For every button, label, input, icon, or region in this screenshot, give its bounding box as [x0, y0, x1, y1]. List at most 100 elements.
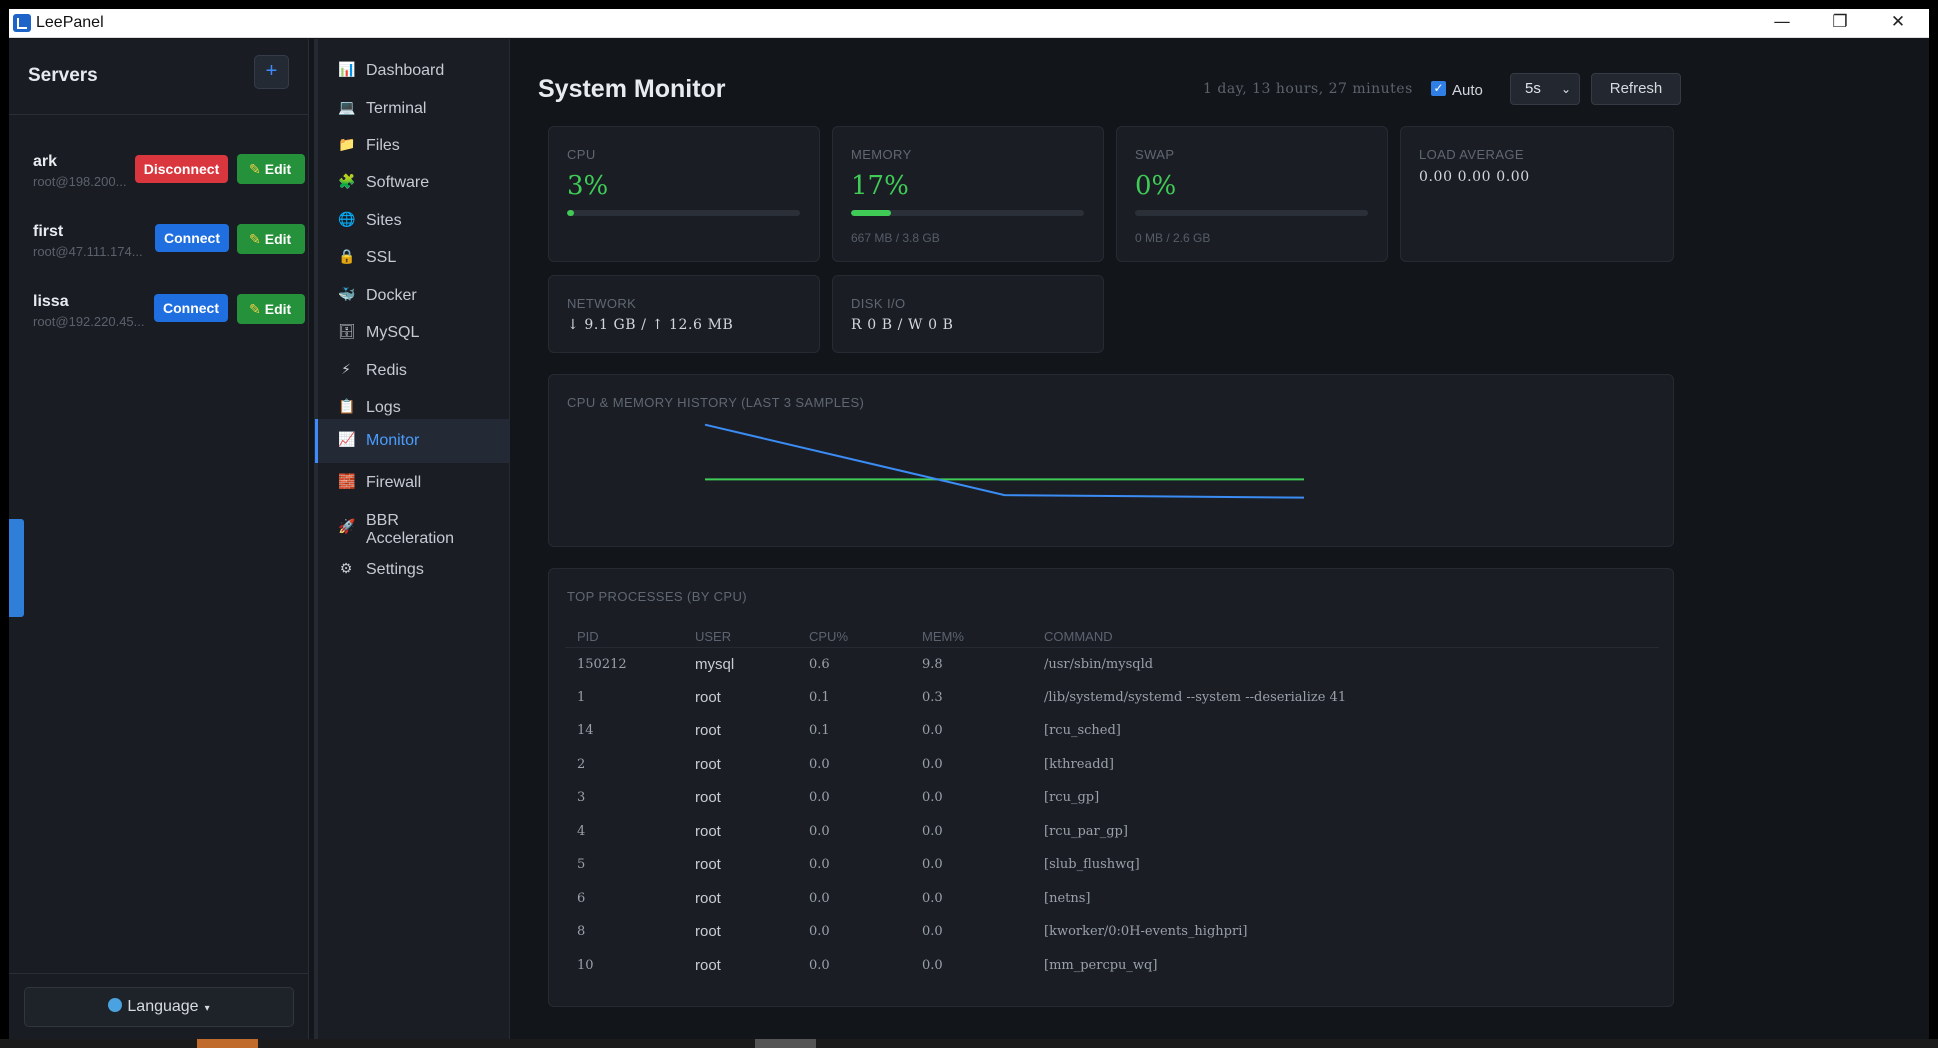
nav-label: Dashboard — [366, 62, 445, 79]
disk-io-label: DISK I/O — [851, 296, 906, 311]
rocket-icon: 🚀 — [338, 519, 356, 535]
command-cell: [rcu_gp] — [1044, 790, 1100, 806]
cpu-cell: 0.1 — [809, 689, 830, 705]
mem-cell: 0.0 — [922, 756, 943, 772]
app-window: LeePanel — ❐ ✕ Servers + ark root@198.20… — [9, 9, 1929, 1048]
pencil-icon: ✎ — [249, 302, 261, 318]
swap-label: SWAP — [1135, 147, 1175, 162]
disconnect-button[interactable]: Disconnect — [135, 155, 228, 183]
refresh-button[interactable]: Refresh — [1591, 73, 1681, 105]
table-row[interactable]: 4 root 0.0 0.0 [rcu_par_gp] — [565, 815, 1659, 849]
pid-cell: 10 — [577, 957, 594, 973]
restore-icon[interactable]: ❐ — [1811, 9, 1869, 38]
add-server-button[interactable]: + — [254, 55, 289, 89]
table-row[interactable]: 6 root 0.0 0.0 [netns] — [565, 882, 1659, 916]
table-row[interactable]: 3 root 0.0 0.0 [rcu_gp] — [565, 781, 1659, 815]
pid-cell: 3 — [577, 790, 586, 806]
language-button[interactable]: Language ▾ — [24, 987, 294, 1027]
cpu-card: CPU 3% — [548, 126, 820, 262]
pid-cell: 4 — [577, 823, 586, 839]
nav-label: Sites — [366, 212, 402, 229]
table-row[interactable]: 14 root 0.1 0.0 [rcu_sched] — [565, 714, 1659, 748]
disk-io-value: R 0 B / W 0 B — [851, 317, 954, 333]
server-address: root@192.220.45... — [33, 314, 145, 329]
edit-server-button[interactable]: ✎ Edit — [237, 294, 305, 324]
whale-icon: 🐳 — [338, 287, 356, 303]
table-header-row: PID USER CPU% MEM% COMMAND — [565, 627, 1659, 648]
server-address: root@47.111.174... — [33, 244, 143, 259]
swap-card: SWAP 0% 0 MB / 2.6 GB — [1116, 126, 1388, 262]
lightning-icon: ⚡ — [341, 362, 351, 378]
close-icon[interactable]: ✕ — [1869, 9, 1927, 38]
table-row[interactable]: 5 root 0.0 0.0 [slub_flushwq] — [565, 848, 1659, 882]
edit-server-button[interactable]: ✎ Edit — [237, 154, 305, 184]
folder-icon: 📁 — [338, 137, 356, 153]
table-row[interactable]: 10 root 0.0 0.0 [mm_percpu_wq] — [565, 949, 1659, 983]
swap-detail: 0 MB / 2.6 GB — [1135, 231, 1211, 245]
command-cell: [rcu_par_gp] — [1044, 823, 1128, 839]
user-cell: mysql — [695, 655, 735, 673]
puzzle-icon: 🧩 — [338, 174, 356, 190]
column-header: COMMAND — [1032, 627, 1659, 648]
connect-button[interactable]: Connect — [155, 224, 229, 252]
nav-label: Settings — [366, 561, 424, 578]
globe-icon — [108, 998, 123, 1012]
nav-label: Monitor — [366, 432, 420, 449]
interval-select[interactable]: 5s ⌄ — [1510, 73, 1580, 105]
table-row[interactable]: 2 root 0.0 0.0 [kthreadd] — [565, 748, 1659, 782]
user-cell: root — [695, 856, 721, 874]
connect-button[interactable]: Connect — [154, 294, 228, 322]
server-item-ark[interactable]: ark root@198.200... Disconnect ✎ Edit — [9, 143, 309, 203]
mem-cell: 0.0 — [922, 723, 943, 739]
edit-label: Edit — [264, 161, 292, 177]
user-cell: root — [695, 822, 721, 840]
network-value: ↓ 9.1 GB / ↑ 12.6 MB — [567, 317, 734, 333]
edit-label: Edit — [264, 301, 292, 317]
taskbar-app[interactable] — [755, 1039, 816, 1048]
processes-table: PID USER CPU% MEM% COMMAND 150212 mysql 0.… — [565, 627, 1659, 982]
taskbar-app[interactable] — [197, 1039, 258, 1048]
edit-server-button[interactable]: ✎ Edit — [237, 224, 305, 254]
interval-value: 5s — [1525, 80, 1541, 97]
cpu-cell: 0.6 — [809, 656, 830, 672]
load-average-label: LOAD AVERAGE — [1419, 147, 1524, 162]
nav-label: Docker — [366, 287, 417, 304]
load-average-value: 0.00 0.00 0.00 — [1419, 169, 1530, 185]
terminal-icon: 💻 — [338, 100, 356, 116]
side-drawer-tab[interactable] — [9, 519, 24, 617]
nav-label: Logs — [366, 399, 401, 416]
pid-cell: 14 — [577, 723, 594, 739]
table-row[interactable]: 8 root 0.0 0.0 [kworker/0:0H-events_highpri] — [565, 915, 1659, 949]
language-label: Language — [127, 998, 199, 1015]
app-logo-icon — [13, 14, 31, 32]
pid-cell: 5 — [577, 857, 586, 873]
nav-item-settings[interactable]: ⚙ Settings — [318, 548, 510, 592]
memory-progress-fill — [851, 210, 891, 216]
pencil-icon: ✎ — [249, 162, 261, 178]
nav-item-bbr[interactable]: 🚀 BBR Acceleration — [318, 499, 510, 555]
history-chart — [704, 423, 1305, 499]
nav-label: Firewall — [366, 474, 422, 491]
main-nav: 📊 Dashboard 💻 Terminal 📁 Files 🧩 Software 🌐 S… — [314, 39, 510, 1048]
server-item-lissa[interactable]: lissa root@192.220.45... Connect ✎ Edit — [9, 283, 309, 343]
servers-footer: Language ▾ — [9, 973, 309, 1048]
line-chart-icon: 📈 — [338, 432, 356, 448]
minimize-icon[interactable]: — — [1753, 9, 1811, 38]
cpu-cell: 0.0 — [809, 890, 830, 906]
command-cell: [kthreadd] — [1044, 756, 1114, 772]
table-row[interactable]: 1 root 0.1 0.3/lib/systemd/systemd --system… — [565, 681, 1659, 715]
window-title: LeePanel — [36, 14, 104, 31]
swap-value: 0% — [1135, 171, 1177, 201]
command-cell: [rcu_sched] — [1044, 723, 1121, 739]
table-row[interactable]: 150212 mysql 0.6 9.8/usr/sbin/mysqld — [565, 647, 1659, 681]
nav-item-monitor[interactable]: 📈 Monitor — [315, 419, 510, 463]
column-header: CPU% — [797, 627, 910, 648]
auto-refresh-checkbox[interactable]: ✓ — [1431, 81, 1446, 96]
cpu-label: CPU — [567, 147, 596, 162]
server-item-first[interactable]: first root@47.111.174... Connect ✎ Edit — [9, 213, 309, 273]
processes-title: TOP PROCESSES (BY CPU) — [567, 589, 748, 604]
command-cell: [slub_flushwq] — [1044, 857, 1140, 873]
globe-icon: 🌐 — [338, 212, 356, 228]
cpu-value: 3% — [567, 171, 609, 201]
column-header: MEM% — [910, 627, 1032, 648]
